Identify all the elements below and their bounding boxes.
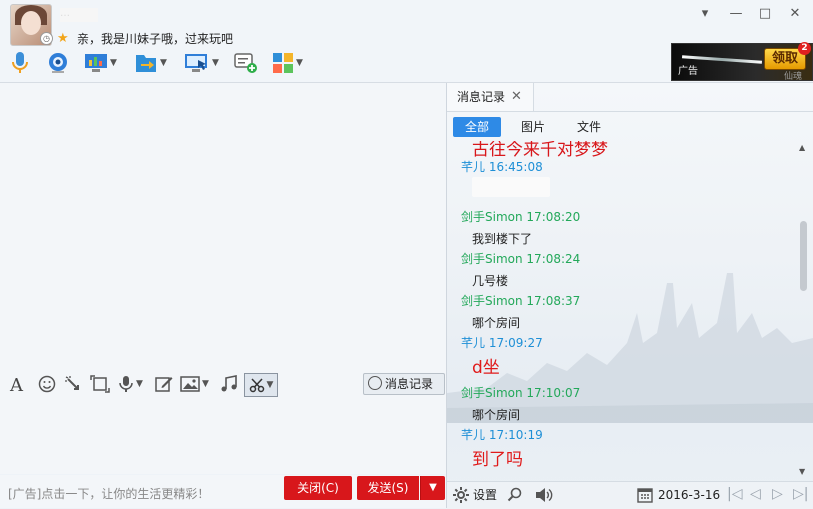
scroll-up-arrow[interactable]: ▲ — [799, 143, 805, 152]
apps-icon[interactable]: ▼ — [272, 50, 303, 76]
last-page-icon[interactable]: ▷| — [793, 486, 808, 502]
previous-page-icon[interactable]: ◁ — [750, 486, 761, 502]
message-meta: 剑手Simon 17:08:24 — [461, 250, 580, 267]
history-tab-bar: 消息记录 ✕ — [447, 83, 813, 112]
chat-header: ◷ … ★ 亲，我是川妹子哦，过来玩吧 ▾ — □ ✕ ▼ ▼ ▼ ▼ 广告 领… — [0, 0, 813, 83]
maximize-button[interactable]: □ — [754, 4, 776, 24]
scrollbar-thumb[interactable] — [800, 221, 807, 291]
clock-icon — [368, 376, 382, 390]
message-text: 我到楼下了 — [472, 232, 533, 246]
message-meta: 芊儿 17:09:27 — [461, 334, 543, 351]
contact-name[interactable]: … — [60, 8, 98, 22]
message-time: 17:10:19 — [488, 428, 543, 442]
notification-badge: 2 — [798, 42, 811, 55]
image-icon[interactable]: ▼ — [180, 375, 209, 393]
message-text: 几号楼 — [472, 274, 509, 288]
message-history-panel: 消息记录 ✕ 全部 图片 文件 古往今来千对梦梦 芊儿 16:45:08 … 剑… — [447, 83, 813, 509]
sender-name: 芊儿 — [461, 336, 486, 350]
clock-icon: ◷ — [40, 32, 53, 45]
gear-icon — [453, 486, 469, 503]
message-text: 哪个房间 — [472, 408, 521, 422]
message-meta: 剑手Simon 17:10:07 — [461, 384, 580, 401]
screen-share-icon[interactable]: ▼ — [84, 50, 117, 76]
message-time: 17:10:07 — [526, 386, 581, 400]
message-history-label: 消息记录 — [385, 377, 434, 391]
minimize-button[interactable]: — — [725, 4, 747, 24]
sender-name: 剑手Simon — [461, 252, 523, 266]
remote-desktop-icon[interactable]: ▼ — [184, 50, 219, 76]
sender-name: 芊儿 — [461, 160, 486, 174]
filter-files-tab[interactable]: 文件 — [577, 117, 601, 137]
message-text: 到了吗 — [472, 450, 523, 470]
calendar-icon — [637, 488, 653, 503]
message-input[interactable] — [0, 399, 446, 474]
message-meta: 剑手Simon 17:08:37 — [461, 292, 580, 309]
camera-icon[interactable] — [46, 50, 70, 76]
voice-message-icon[interactable]: ▼ — [118, 375, 143, 393]
message-meta: 剑手Simon 17:08:20 — [461, 208, 580, 225]
next-page-icon[interactable]: ▷ — [772, 486, 783, 502]
input-toolbar: A ▼ ▼ ▼ 消息记录 — [0, 371, 446, 399]
emoji-icon[interactable] — [38, 375, 56, 396]
date-picker[interactable]: 2016-3-16 — [637, 487, 720, 503]
search-icon[interactable] — [507, 487, 523, 506]
send-options-chevron-down-icon[interactable]: ▼ — [420, 476, 445, 500]
message-meta: 芊儿 16:45:08 — [461, 158, 543, 175]
speaker-icon[interactable] — [535, 487, 553, 506]
ad-label: 广告 — [678, 66, 698, 77]
message-text: … — [472, 177, 550, 197]
contact-signature: 亲，我是川妹子哦，过来玩吧 — [77, 32, 234, 46]
current-date: 2016-3-16 — [658, 488, 721, 502]
sender-name: 剑手Simon — [461, 386, 523, 400]
scroll-down-arrow[interactable]: ▼ — [799, 467, 805, 476]
filter-all-tab[interactable]: 全部 — [453, 117, 501, 137]
message-text: d坐 — [472, 358, 500, 378]
nudge-icon[interactable] — [64, 375, 84, 396]
settings-button[interactable]: 设置 — [453, 486, 497, 503]
message-time: 16:45:08 — [488, 160, 543, 174]
edit-icon[interactable] — [154, 375, 174, 396]
send-button[interactable]: 发送(S) — [357, 476, 419, 500]
close-button[interactable]: 关闭(C) — [284, 476, 352, 500]
message-time: 17:09:27 — [488, 336, 543, 350]
sender-name: 芊儿 — [461, 428, 486, 442]
history-footer: 设置 2016-3-16 |◁ ◁ ▷ ▷| — [447, 481, 813, 509]
font-icon[interactable]: A — [10, 375, 23, 396]
close-icon[interactable]: ✕ — [511, 83, 522, 111]
filter-images-tab[interactable]: 图片 — [521, 117, 545, 137]
music-icon[interactable] — [220, 375, 238, 396]
tab-message-history[interactable]: 消息记录 ✕ — [447, 83, 534, 111]
message-time: 17:08:24 — [526, 252, 581, 266]
add-chat-icon[interactable] — [234, 50, 258, 76]
screenshot-icon[interactable] — [90, 375, 110, 396]
sender-name: 剑手Simon — [461, 294, 523, 308]
close-window-button[interactable]: ✕ — [784, 4, 806, 24]
message-text: 哪个房间 — [472, 316, 521, 330]
message-history-button[interactable]: 消息记录 — [363, 373, 445, 395]
message-meta: 芊儿 17:10:19 — [461, 426, 543, 443]
dropdown-icon[interactable]: ▾ — [694, 4, 716, 24]
scissors-icon[interactable]: ▼ — [244, 373, 278, 397]
chat-message-area[interactable] — [0, 83, 446, 371]
ad-banner[interactable]: 广告 领取 2 仙魂 — [671, 42, 813, 82]
star-icon: ★ — [57, 31, 69, 46]
message-time: 17:08:37 — [526, 294, 581, 308]
ad-sublabel: 仙魂 — [784, 72, 803, 82]
ad-text-link[interactable]: [广告]点击一下，让你的生活更精彩！ — [8, 485, 209, 502]
file-transfer-icon[interactable]: ▼ — [134, 50, 167, 76]
message-time: 17:08:20 — [526, 210, 581, 224]
input-footer: [广告]点击一下，让你的生活更精彩！ 关闭(C) 发送(S) ▼ — [0, 475, 446, 508]
settings-label: 设置 — [473, 488, 498, 502]
tab-label: 消息记录 — [457, 90, 506, 104]
first-page-icon[interactable]: |◁ — [727, 486, 742, 502]
history-message-list[interactable]: 古往今来千对梦梦 芊儿 16:45:08 … 剑手Simon 17:08:20 … — [447, 141, 799, 479]
sender-name: 剑手Simon — [461, 210, 523, 224]
microphone-icon[interactable] — [10, 50, 30, 76]
